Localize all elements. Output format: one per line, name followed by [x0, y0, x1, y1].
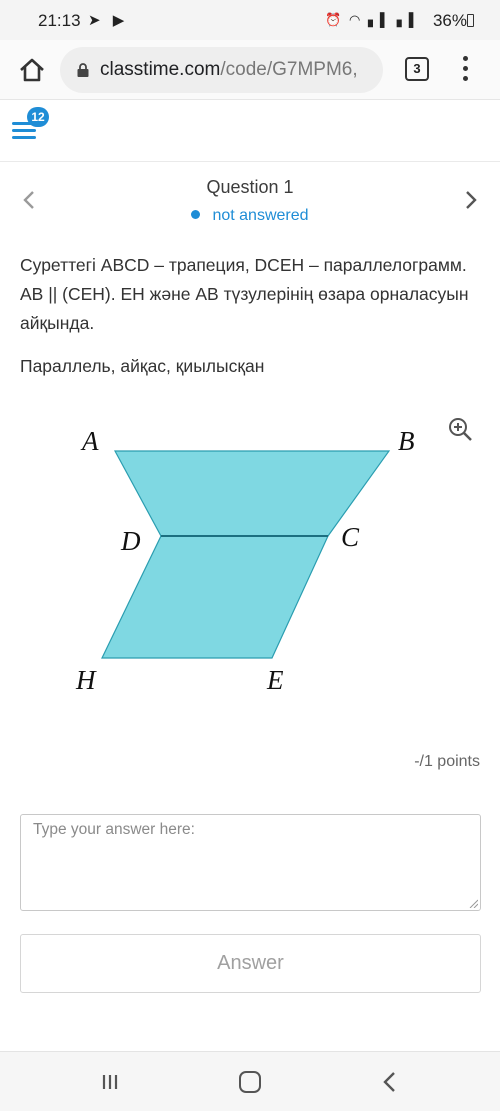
resize-handle-icon[interactable]: [468, 898, 478, 908]
points-label: -/1 points: [414, 753, 480, 770]
answer-status: not answered: [0, 207, 500, 225]
lock-icon: [77, 63, 89, 77]
status-dot-icon: [191, 210, 201, 220]
label-e: E: [266, 665, 284, 695]
recent-apps-button[interactable]: [100, 1072, 120, 1092]
answer-input[interactable]: [20, 814, 481, 911]
answer-status-label: not answered: [212, 207, 309, 224]
trapezoid-parallelogram-diagram: A B D C H E: [52, 412, 478, 708]
label-d: D: [120, 526, 141, 556]
notification-badge: 12: [27, 107, 49, 127]
youtube-icon: ▶: [112, 12, 129, 29]
url-path: /code/G7MPM6,: [220, 59, 358, 80]
home-icon: [20, 58, 44, 82]
app-header: 12: [0, 100, 500, 162]
label-c: C: [341, 522, 360, 552]
label-b: B: [398, 426, 415, 456]
browser-menu-button[interactable]: [455, 56, 475, 84]
question-title: Question 1: [206, 177, 294, 197]
home-button[interactable]: [12, 50, 52, 90]
clock: 21:13: [38, 11, 81, 30]
address-bar[interactable]: classtime.com/code/G7MPM6,: [60, 47, 383, 93]
telegram-icon: ➤: [88, 12, 105, 29]
wifi-icon: ◠: [348, 12, 363, 27]
chevron-right-icon: [466, 191, 477, 209]
url-text: classtime.com/code/G7MPM6,: [100, 59, 358, 81]
system-icons: ⏰ ◠ ▖▌ ▖▌: [325, 12, 420, 28]
zoom-in-button[interactable]: [445, 414, 475, 444]
browser-toolbar: classtime.com/code/G7MPM6, 3: [0, 40, 500, 100]
zoom-in-icon: [449, 418, 472, 441]
status-bar: 21:13 ➤ ▶ ⏰ ◠ ▖▌ ▖▌ 36%: [0, 0, 500, 40]
answer-options-text: Параллель, айқас, қиылысқан: [20, 356, 265, 376]
system-back-button[interactable]: [380, 1070, 400, 1094]
question-figure: A B D C H E: [52, 412, 478, 708]
system-home-button[interactable]: [239, 1071, 261, 1093]
question-text: Суреттегі ABCD – трапеция, DCEH – паралл…: [20, 255, 469, 333]
notification-icons: ➤ ▶: [88, 11, 128, 29]
battery-icon: [467, 14, 474, 27]
url-domain: classtime.com: [100, 59, 221, 80]
label-h: H: [75, 665, 97, 695]
tab-switcher-button[interactable]: 3: [405, 57, 429, 81]
signal-icon: ▖▌: [396, 12, 420, 27]
question-navigation: Question 1 not answered: [0, 162, 500, 232]
battery-level: 36%: [432, 11, 467, 30]
alarm-icon: ⏰: [325, 12, 344, 27]
answer-submit-button[interactable]: Answer: [20, 934, 481, 993]
next-question-button[interactable]: [458, 188, 482, 212]
signal-icon: ▖▌: [367, 12, 392, 27]
system-navigation-bar: [0, 1051, 500, 1111]
more-vert-icon: [462, 56, 468, 61]
label-a: A: [80, 426, 99, 456]
